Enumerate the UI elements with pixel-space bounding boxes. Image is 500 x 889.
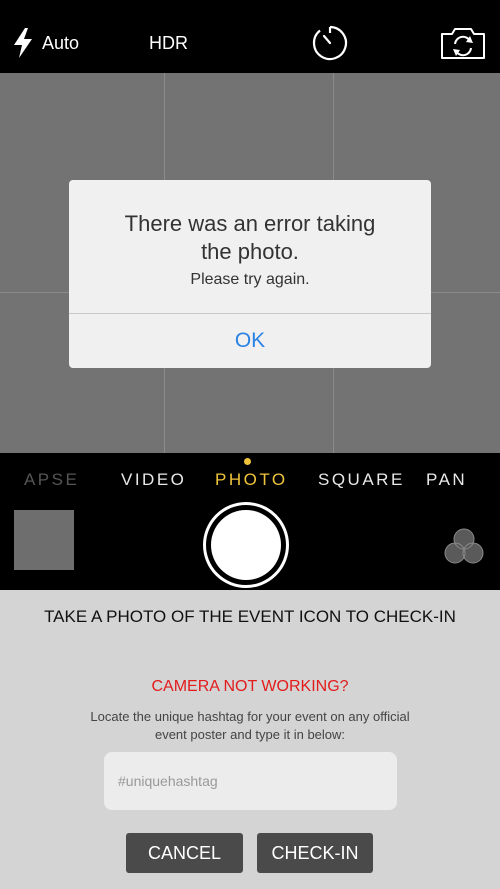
checkin-instructions: Locate the unique hashtag for your event… [90, 709, 410, 742]
mode-photo[interactable]: PHOTO [215, 470, 288, 490]
hashtag-input[interactable] [104, 752, 397, 810]
camera-flip-icon[interactable] [440, 26, 486, 60]
active-mode-indicator [244, 458, 251, 465]
hdr-toggle[interactable]: HDR [149, 33, 188, 54]
checkin-panel: TAKE A PHOTO OF THE EVENT ICON TO CHECK-… [0, 590, 500, 889]
shutter-button[interactable] [211, 510, 281, 580]
camera-controls: LAPSE VIDEO PHOTO SQUARE PAN [0, 453, 500, 590]
mode-square[interactable]: SQUARE [318, 470, 405, 490]
alert-ok-button[interactable]: OK [69, 314, 431, 368]
alert-message: Please try again. [190, 271, 310, 288]
flash-icon[interactable] [12, 28, 34, 58]
timer-icon[interactable] [311, 24, 349, 62]
mode-pan[interactable]: PAN [426, 470, 467, 490]
checkin-button[interactable]: CHECK-IN [257, 833, 373, 873]
flash-mode-label[interactable]: Auto [42, 33, 79, 54]
alert-title: There was an error taking the photo. [69, 210, 431, 266]
cancel-button[interactable]: CANCEL [126, 833, 243, 873]
alert-title-line1: There was an error taking [124, 211, 376, 236]
mode-video[interactable]: VIDEO [121, 470, 186, 490]
filters-icon[interactable] [442, 526, 486, 566]
mode-lapse[interactable]: LAPSE [21, 470, 79, 490]
checkin-heading: TAKE A PHOTO OF THE EVENT ICON TO CHECK-… [44, 607, 456, 626]
alert-title-line2: the photo. [201, 239, 299, 264]
last-photo-thumbnail[interactable] [14, 510, 74, 570]
camera-top-bar: Auto HDR [0, 0, 500, 73]
camera-not-working-text: CAMERA NOT WORKING? [151, 678, 349, 695]
error-alert-dialog: There was an error taking the photo. Ple… [69, 180, 431, 368]
